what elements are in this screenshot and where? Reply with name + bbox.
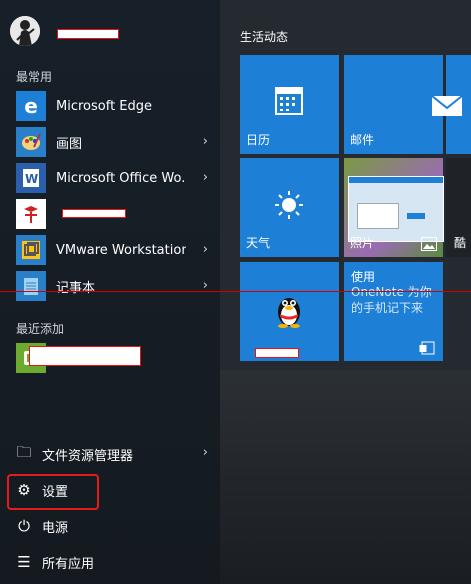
qq-tile[interactable] [240,262,339,361]
redaction [57,29,119,39]
edge-icon: e [16,91,46,121]
onenote-title: 使用 [351,270,376,284]
avatar [10,16,40,46]
app-item-vmware[interactable]: VMware Workstation › [0,232,220,268]
app-item-word[interactable]: W Microsoft Office Wo... › [0,160,220,196]
app-label: 画图 [56,136,83,152]
all-apps-item[interactable]: ☰ 所有应用 [0,546,220,578]
app-label: VMware Workstation [56,242,186,258]
mail-icon [431,95,463,116]
notepad-icon [16,271,46,301]
app-icon [16,199,46,229]
sun-icon [275,191,303,219]
paint-icon [16,127,46,157]
redaction [255,348,299,358]
calendar-tile[interactable]: 日历 [240,55,339,154]
app-item-edge[interactable]: e Microsoft Edge [0,88,220,124]
file-explorer-label: 文件资源管理器 [42,448,134,464]
power-item[interactable]: ⏻ 电源 [0,510,220,542]
red-guide-line [0,291,471,292]
chevron-right-icon[interactable]: › [203,445,208,460]
tile-label: 日历 [246,133,271,147]
tile-label: 照片 [350,236,375,250]
qq-penguin-icon [278,298,300,328]
chevron-right-icon[interactable]: › [203,134,208,149]
svg-text:W: W [25,172,38,186]
file-explorer-item[interactable]: 🗀 文件资源管理器 › [0,438,220,470]
word-icon: W [16,163,46,193]
tile-label: 邮件 [350,133,375,147]
recently-added-heading: 最近添加 [16,322,65,336]
app-item-paint[interactable]: 画图 › [0,124,220,160]
power-icon: ⏻ [18,517,30,535]
all-apps-label: 所有应用 [42,556,95,572]
partial-tile[interactable]: 酷 [446,158,471,257]
calendar-icon [275,87,303,115]
power-label: 电源 [42,520,69,536]
app-label: Microsoft Office Wo... [56,170,186,186]
chevron-right-icon[interactable]: › [203,170,208,185]
settings-highlight [7,474,99,510]
onenote-tile[interactable]: 使用 OneNote 为你的手机记下来 [344,262,443,361]
app-label: 记事本 [56,280,96,296]
redaction [29,346,141,366]
most-used-heading: 最常用 [16,70,53,84]
folder-icon: 🗀 [16,442,32,461]
onenote-icon [419,341,435,355]
chevron-right-icon[interactable]: › [203,242,208,257]
redaction [62,209,126,218]
photos-icon [421,237,437,251]
weather-tile[interactable]: 天气 [240,158,339,257]
app-item-notepad[interactable]: 记事本 › [0,268,220,304]
vmware-icon [16,235,46,265]
tile-label: 天气 [246,236,271,250]
onenote-description: OneNote 为你的手机记下来 [351,285,432,315]
user-account[interactable] [10,16,50,46]
mail-tile[interactable]: 邮件 [344,55,443,154]
tile-group-title: 生活动态 [240,30,289,44]
all-apps-icon: ☰ [17,553,31,571]
app-label: Microsoft Edge [56,98,153,114]
tile-label: 酷 [454,236,467,250]
photo-preview [348,176,444,242]
photos-tile[interactable]: 照片 [344,158,444,257]
